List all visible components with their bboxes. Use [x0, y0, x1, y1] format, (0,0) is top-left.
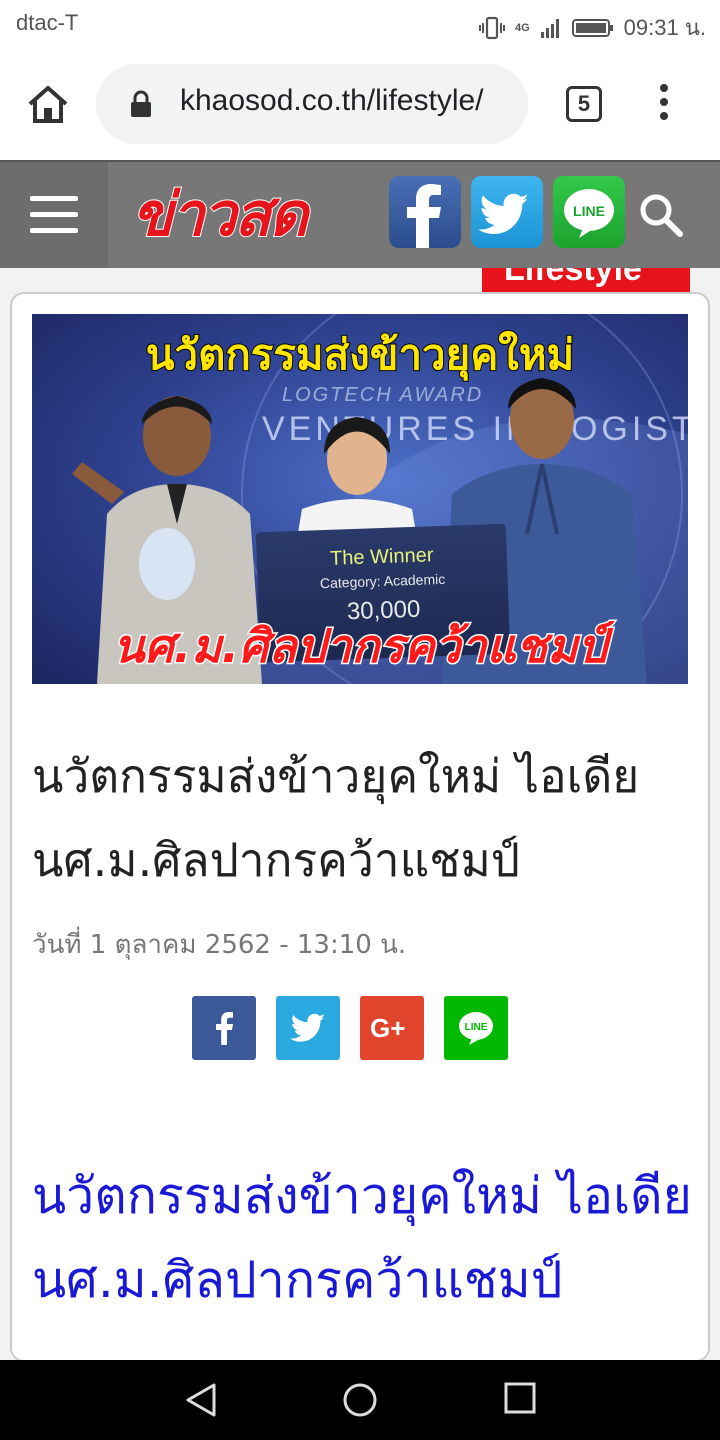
section-tab[interactable]: Lifestyle: [482, 268, 690, 292]
search-icon[interactable]: [638, 192, 684, 238]
winner-board-category: Category: Academic: [319, 570, 446, 592]
svg-text:G+: G+: [370, 1013, 405, 1043]
home-nav-icon[interactable]: [342, 1382, 378, 1418]
address-bar[interactable]: khaosod.co.th/lifestyle/: [96, 64, 528, 144]
url-text: khaosod.co.th/lifestyle/: [180, 84, 484, 117]
article-card: LOGTECH AWARD VENTURES IN LOGISTICS The …: [10, 292, 710, 1362]
section-label: Lifestyle: [504, 268, 642, 288]
share-facebook-button[interactable]: [192, 996, 256, 1060]
tab-switcher-button[interactable]: 5: [566, 86, 602, 122]
winner-board-title: The Winner: [329, 544, 434, 570]
network-type: 4G: [514, 21, 530, 34]
status-bar: dtac-T 4G 09:31 น.: [0, 0, 720, 50]
site-logo[interactable]: ข่าวสด: [131, 179, 309, 251]
browser-toolbar: khaosod.co.th/lifestyle/ 5: [0, 50, 720, 160]
lock-icon: [131, 90, 151, 117]
hero-subheadline: นศ.ม.ศิลปากรคว้าแชมป์: [112, 618, 609, 675]
article-date: วันที่ 1 ตุลาคม 2562 - 13:10 น.: [32, 930, 407, 960]
share-google-plus-button[interactable]: G+: [360, 996, 424, 1060]
share-line-button[interactable]: LINE: [444, 996, 508, 1060]
system-navigation-bar: [0, 1360, 720, 1440]
article-body-heading: นวัตกรรมส่งข้าวยุคใหม่ ไอเดียนศ.ม.ศิลปาก…: [32, 1167, 692, 1309]
home-icon[interactable]: [24, 80, 72, 128]
hero-image[interactable]: LOGTECH AWARD VENTURES IN LOGISTICS The …: [32, 314, 688, 684]
twitter-icon: [290, 1013, 325, 1042]
share-twitter-button[interactable]: [276, 996, 340, 1060]
line-icon[interactable]: LINE: [553, 176, 625, 248]
svg-text:LINE: LINE: [573, 203, 605, 219]
hero-headline: นวัตกรรมส่งข้าวยุคใหม่: [145, 329, 575, 380]
carrier-name: dtac-T: [16, 10, 79, 35]
facebook-icon: [216, 1012, 233, 1045]
line-icon: LINE: [459, 1012, 493, 1045]
clock: 09:31 น.: [623, 15, 706, 40]
signal-icon: [540, 18, 559, 38]
site-header: ข่าวสด LINE: [0, 160, 720, 268]
twitter-icon[interactable]: [471, 176, 543, 248]
hamburger-menu-icon[interactable]: [0, 162, 108, 268]
battery-icon: [571, 18, 613, 37]
recents-icon[interactable]: [504, 1382, 536, 1414]
status-icons: 4G 09:31 น.: [478, 10, 706, 45]
google-plus-icon: G+: [370, 1013, 405, 1043]
article-title: นวัตกรรมส่งข้าวยุคใหม่ ไอเดียนศ.ม.ศิลปาก…: [32, 749, 640, 887]
back-icon[interactable]: [184, 1382, 218, 1418]
vibrate-icon: [478, 16, 505, 39]
svg-text:LINE: LINE: [465, 1022, 488, 1033]
overflow-menu-icon[interactable]: [654, 84, 674, 124]
facebook-icon[interactable]: [389, 176, 461, 248]
